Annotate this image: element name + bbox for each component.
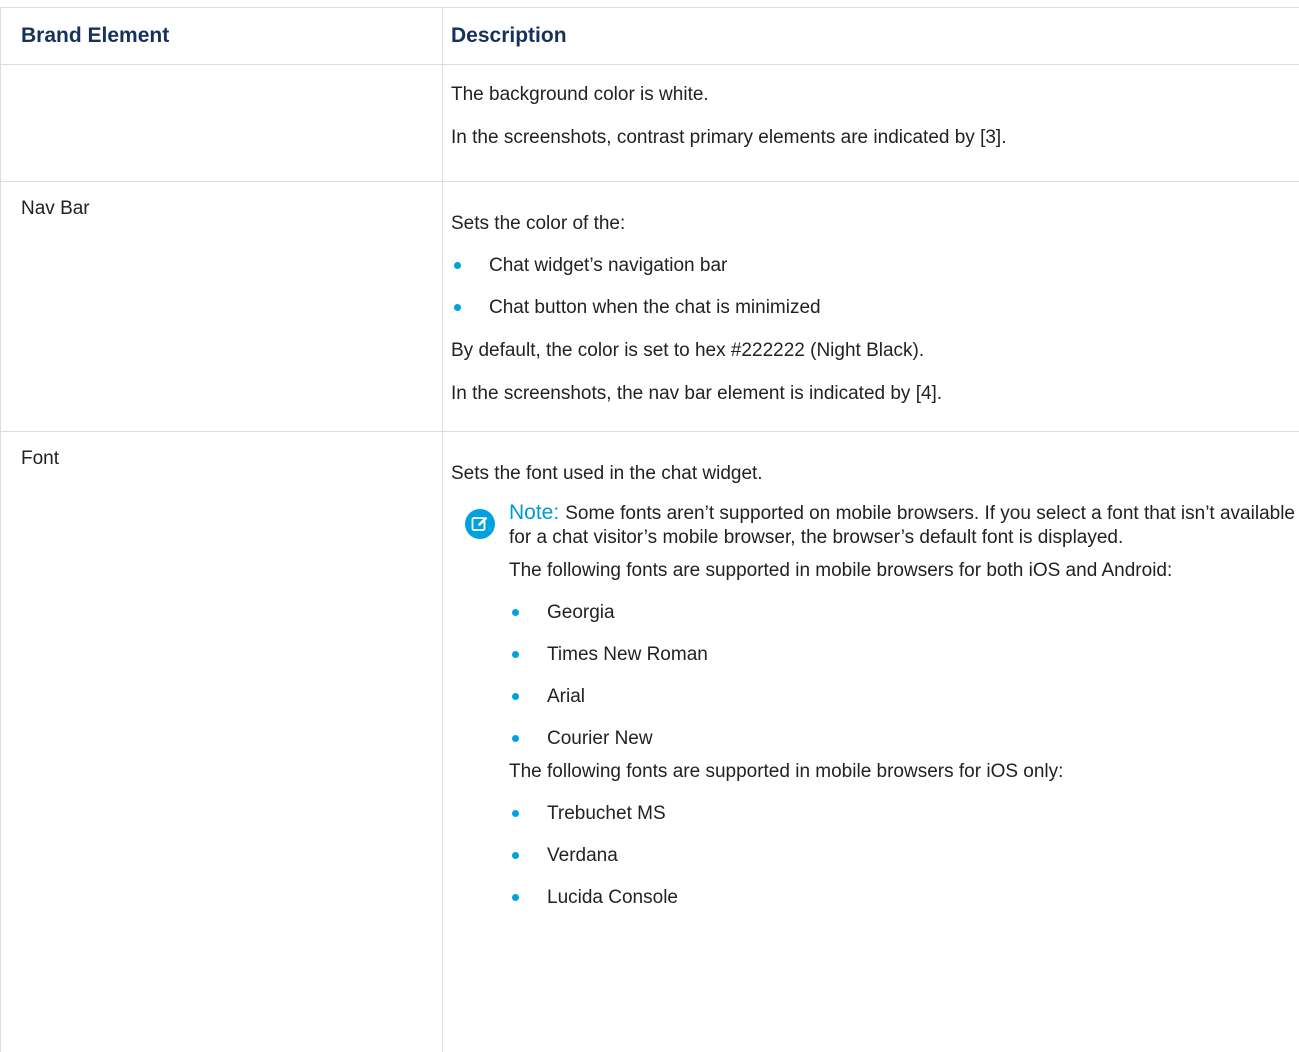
list-item: Courier New	[509, 718, 1299, 760]
table-row: Font Sets the font used in the chat widg…	[0, 432, 1299, 1052]
description-cell: Sets the color of the: Chat widget’s nav…	[442, 182, 1299, 431]
header-brand-element: Brand Element	[0, 8, 442, 64]
description-paragraph: In the screenshots, contrast primary ele…	[451, 127, 1007, 148]
list-item: Times New Roman	[509, 634, 1299, 676]
description-cell: The background color is white. In the sc…	[442, 65, 1299, 181]
description-paragraph: In the screenshots, the nav bar element …	[451, 383, 943, 404]
description-paragraph: The following fonts are supported in mob…	[509, 761, 1064, 782]
list-item: Verdana	[509, 835, 1299, 877]
header-description: Description	[442, 8, 1299, 64]
bullet-icon	[512, 810, 519, 817]
note-text: Note: Some fonts aren’t supported on mobi…	[509, 501, 1295, 548]
list-item: Arial	[509, 676, 1299, 718]
bullet-list: Chat widget’s navigation bar Chat button…	[451, 245, 1299, 329]
edit-note-icon	[465, 509, 495, 539]
description-paragraph: The following fonts are supported in mob…	[509, 560, 1173, 581]
brand-element-cell: Nav Bar	[0, 182, 442, 431]
description-paragraph: The background color is white.	[451, 84, 709, 105]
table-row: The background color is white. In the sc…	[0, 65, 1299, 182]
bullet-list: Georgia Times New Roman Arial Courier Ne…	[509, 592, 1299, 760]
note-callout: Note: Some fonts aren’t supported on mobi…	[451, 495, 1299, 919]
list-item: Georgia	[509, 592, 1299, 634]
brand-element-cell: Font	[0, 432, 442, 1052]
bullet-icon	[512, 735, 519, 742]
brand-elements-table: Brand Element Description The background…	[0, 7, 1299, 1052]
bullet-icon	[512, 852, 519, 859]
bullet-list: Trebuchet MS Verdana Lucida Console	[509, 793, 1299, 919]
bullet-icon	[512, 651, 519, 658]
note-label: Note:	[509, 501, 560, 524]
list-item: Trebuchet MS	[509, 793, 1299, 835]
description-paragraph: Sets the color of the:	[451, 213, 626, 234]
brand-element-cell	[0, 65, 442, 181]
bullet-icon	[512, 609, 519, 616]
bullet-icon	[512, 693, 519, 700]
bullet-icon	[454, 304, 461, 311]
bullet-icon	[454, 262, 461, 269]
description-paragraph: Sets the font used in the chat widget.	[451, 463, 763, 484]
list-item: Chat widget’s navigation bar	[451, 245, 1299, 287]
description-paragraph: By default, the color is set to hex #222…	[451, 340, 925, 361]
table-row: Nav Bar Sets the color of the: Chat widg…	[0, 182, 1299, 432]
description-cell: Sets the font used in the chat widget. N…	[442, 432, 1299, 1052]
list-item: Chat button when the chat is minimized	[451, 287, 1299, 329]
bullet-icon	[512, 894, 519, 901]
list-item: Lucida Console	[509, 877, 1299, 919]
table-header-row: Brand Element Description	[0, 7, 1299, 65]
